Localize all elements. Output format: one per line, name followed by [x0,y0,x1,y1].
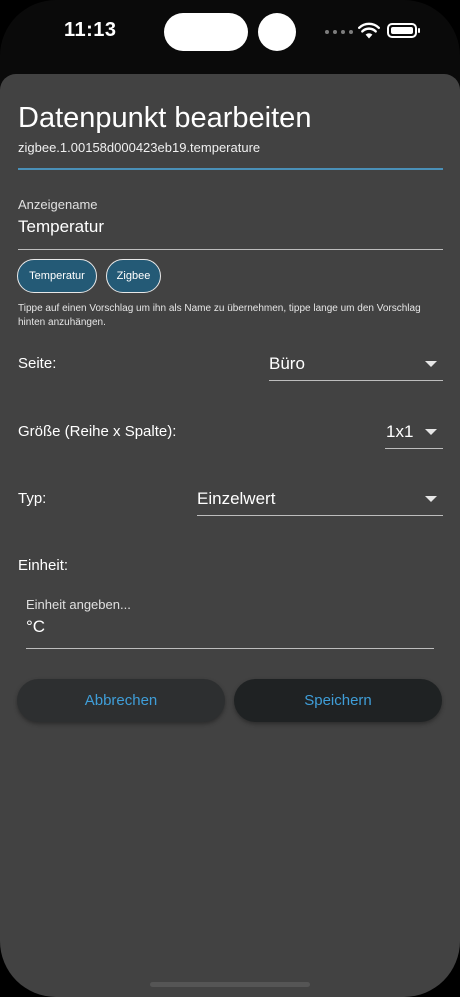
unit-input[interactable]: °C [26,617,45,637]
unit-input-underline [26,648,434,649]
size-select-value: 1x1 [386,422,414,441]
page-select-value: Büro [269,354,305,373]
title-divider [18,168,443,170]
edit-datapoint-sheet [0,74,460,997]
dynamic-island-camera [258,13,296,51]
cancel-button[interactable]: Abbrechen [17,679,225,722]
suggestion-chip-temperatur[interactable]: Temperatur [17,259,97,293]
unit-input-label: Einheit angeben... [26,597,131,612]
suggestion-hint: Tippe auf einen Vorschlag um ihn als Nam… [18,303,421,328]
battery-icon [387,23,420,38]
dialog-title: Datenpunkt bearbeiten [18,102,312,134]
phone-screen: 11:13 Datenpunkt bearbeiten zigbee.1.001… [0,0,460,997]
size-label: Größe (Reihe x Spalte): [18,423,177,440]
save-button[interactable]: Speichern [234,679,442,722]
datapoint-id: zigbee.1.00158d000423eb19.temperature [18,140,261,155]
dynamic-island [164,13,248,51]
page-dropdown-arrow-icon [425,361,437,367]
suggestion-chip-zigbee[interactable]: Zigbee [106,259,161,293]
type-select-underline [197,515,443,516]
type-dropdown-arrow-icon [425,496,437,502]
unit-label: Einheit: [18,557,69,574]
type-label: Typ: [18,490,47,507]
size-dropdown-arrow-icon [425,429,437,435]
home-indicator [150,982,310,987]
signal-dots-icon [325,30,353,34]
status-bar: 11:13 [0,0,460,64]
page-select-underline [269,380,443,381]
display-name-underline [18,249,443,250]
size-select-underline [385,448,443,449]
display-name-input[interactable]: Temperatur [18,217,104,237]
type-select-value: Einzelwert [197,489,276,508]
display-name-label: Anzeigename [18,197,98,212]
wifi-icon [358,22,380,39]
status-time: 11:13 [64,19,117,41]
page-label: Seite: [18,355,57,372]
